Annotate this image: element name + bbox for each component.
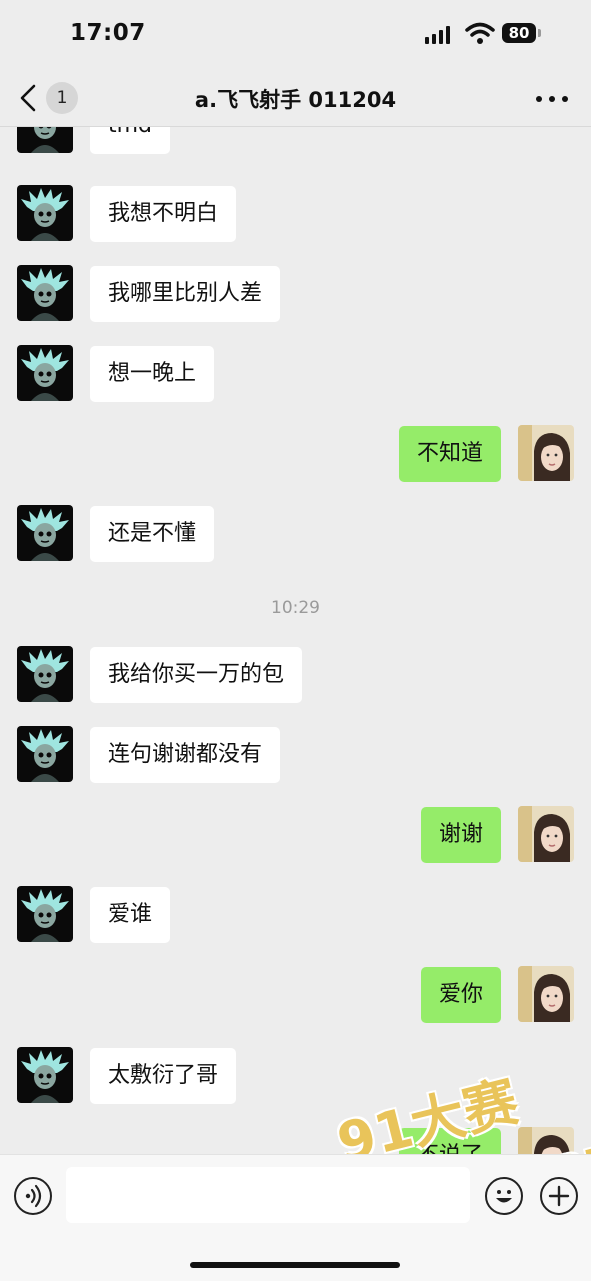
wifi-icon <box>465 22 495 44</box>
my-avatar[interactable] <box>518 1127 574 1154</box>
message-row: 想一晚上 <box>0 345 591 403</box>
message-bubble[interactable]: 我给你买一万的包 <box>90 647 303 703</box>
more-icon[interactable] <box>536 94 568 104</box>
my-avatar[interactable] <box>518 966 574 1022</box>
contact-avatar[interactable] <box>17 886 73 942</box>
message-bubble[interactable]: 爱谁 <box>90 887 171 943</box>
home-indicator <box>190 1262 400 1268</box>
message-row: 还是不懂 <box>0 505 591 563</box>
contact-avatar[interactable] <box>17 646 73 702</box>
status-time: 17:07 <box>70 20 146 46</box>
emoji-icon[interactable] <box>485 1177 523 1215</box>
contact-avatar[interactable] <box>17 726 73 782</box>
message-bubble[interactable]: 不说了 <box>398 1128 501 1154</box>
message-row: 我哪里比别人差 <box>0 265 591 323</box>
contact-avatar[interactable] <box>17 127 73 153</box>
message-bubble[interactable]: 不知道 <box>398 426 501 482</box>
plus-icon[interactable] <box>540 1177 578 1215</box>
contact-avatar[interactable] <box>17 1047 73 1103</box>
message-list[interactable]: tmd 我想不明白 我哪里比别人差 想一晚上 不知道 还是不懂 10:29 我给… <box>0 127 591 1154</box>
message-bubble[interactable]: 想一晚上 <box>90 346 215 402</box>
signal-icon <box>425 26 450 44</box>
chat-title: a.飞飞射手 011204 <box>194 88 397 112</box>
message-bubble[interactable]: 我哪里比别人差 <box>90 266 281 322</box>
message-row: 爱谁 <box>0 886 591 944</box>
contact-avatar[interactable] <box>17 345 73 401</box>
message-row: 太敷衍了哥 <box>0 1047 591 1105</box>
message-bubble[interactable]: 连句谢谢都没有 <box>90 727 281 783</box>
my-avatar[interactable] <box>518 806 574 862</box>
message-row: tmd <box>0 127 591 155</box>
message-row: 不知道 <box>0 425 591 483</box>
message-input[interactable] <box>66 1167 470 1223</box>
message-bubble[interactable]: 我想不明白 <box>90 186 237 242</box>
contact-avatar[interactable] <box>17 505 73 561</box>
voice-icon[interactable] <box>14 1177 52 1215</box>
message-bubble[interactable]: 还是不懂 <box>90 506 215 562</box>
contact-avatar[interactable] <box>17 265 73 321</box>
message-row: 爱你 <box>0 966 591 1024</box>
message-bubble[interactable]: 爱你 <box>420 967 501 1023</box>
my-avatar[interactable] <box>518 425 574 481</box>
message-row: 谢谢 <box>0 806 591 864</box>
message-row: 不说了 <box>0 1127 591 1154</box>
battery-tip <box>538 29 541 37</box>
status-bar: 17:07 80 <box>0 0 591 70</box>
message-bubble[interactable]: 太敷衍了哥 <box>90 1048 237 1104</box>
message-bubble[interactable]: tmd <box>90 127 171 154</box>
message-row: 连句谢谢都没有 <box>0 726 591 784</box>
message-row: 我给你买一万的包 <box>0 646 591 704</box>
contact-avatar[interactable] <box>17 185 73 241</box>
message-row: 我想不明白 <box>0 185 591 243</box>
message-bubble[interactable]: 谢谢 <box>420 807 501 863</box>
battery-icon: 80 <box>502 23 536 43</box>
message-timestamp: 10:29 <box>271 598 320 618</box>
nav-bar: 1 a.飞飞射手 011204 <box>0 70 591 127</box>
